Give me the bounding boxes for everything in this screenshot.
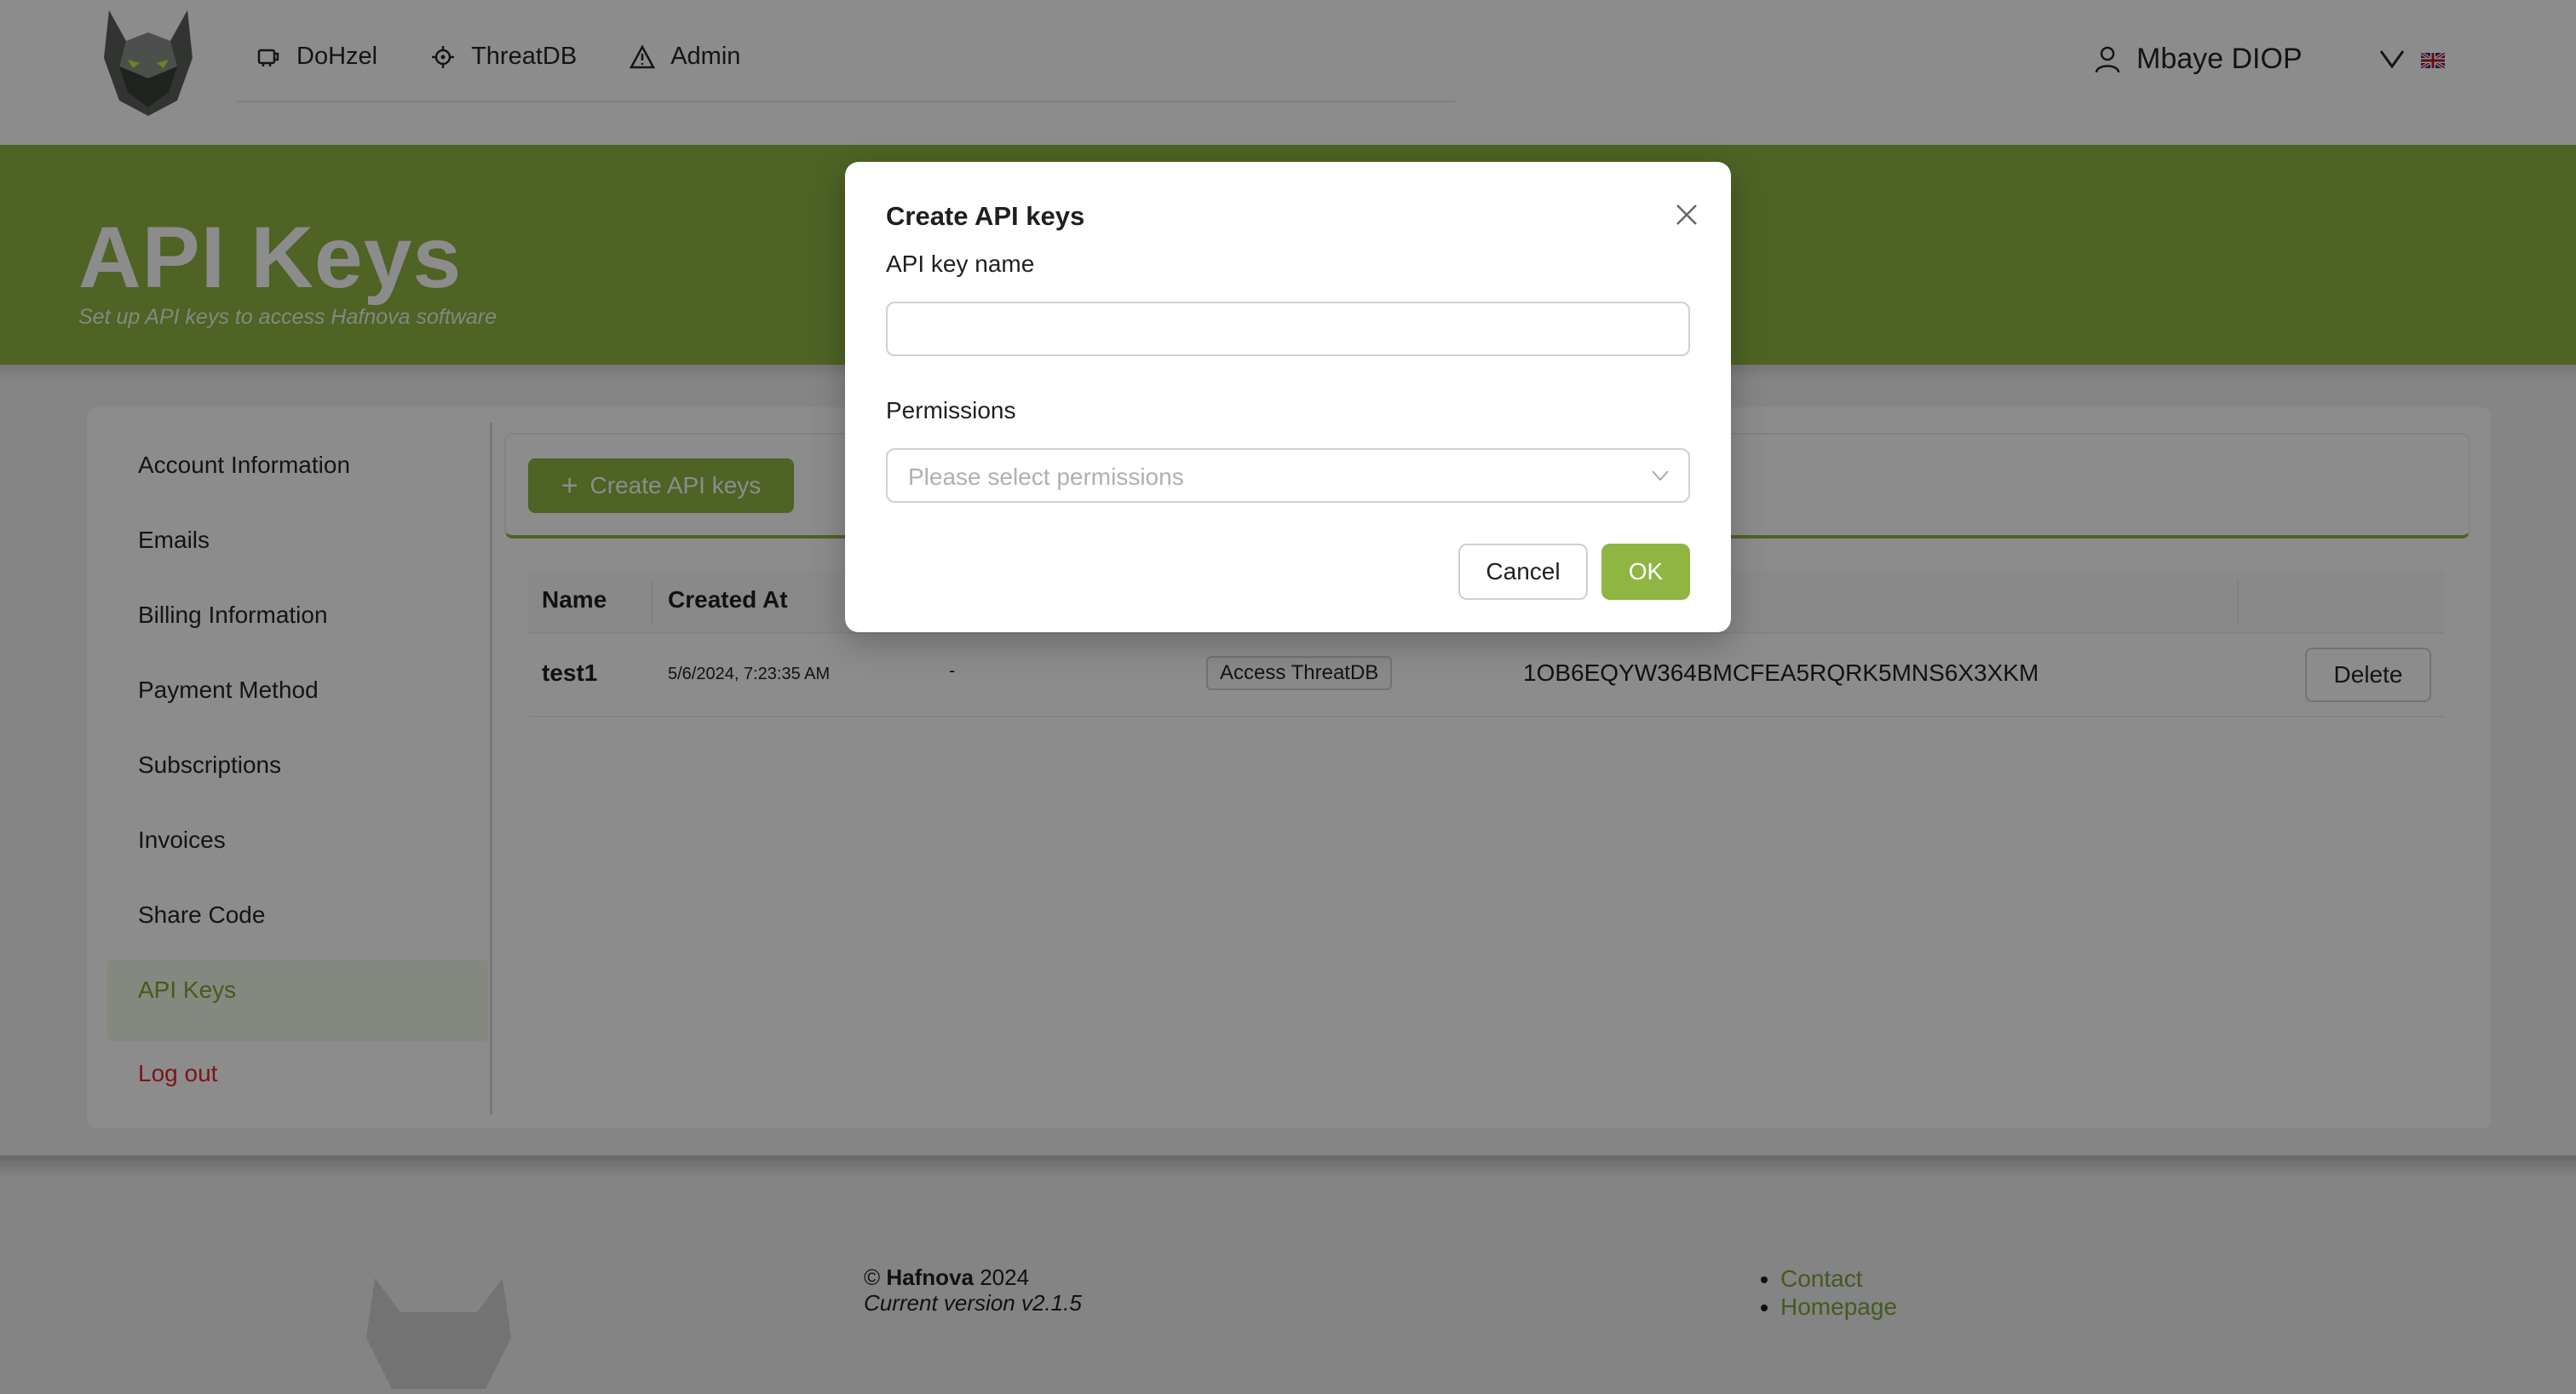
close-button[interactable] [1666,194,1707,235]
create-api-keys-dialog: Create API keys API key name Permissions… [845,162,1731,632]
ok-button[interactable]: OK [1601,544,1690,600]
permissions-label: Permissions [886,397,1016,423]
chevron-down-icon [1652,470,1669,481]
api-key-name-label: API key name [886,251,1035,277]
api-key-name-input[interactable] [886,302,1690,356]
cancel-button[interactable]: Cancel [1458,544,1588,600]
permissions-placeholder: Please select permissions [908,464,1184,490]
dialog-title: Create API keys [886,201,1085,231]
permissions-select[interactable]: Please select permissions [886,448,1690,503]
close-icon [1676,204,1697,225]
